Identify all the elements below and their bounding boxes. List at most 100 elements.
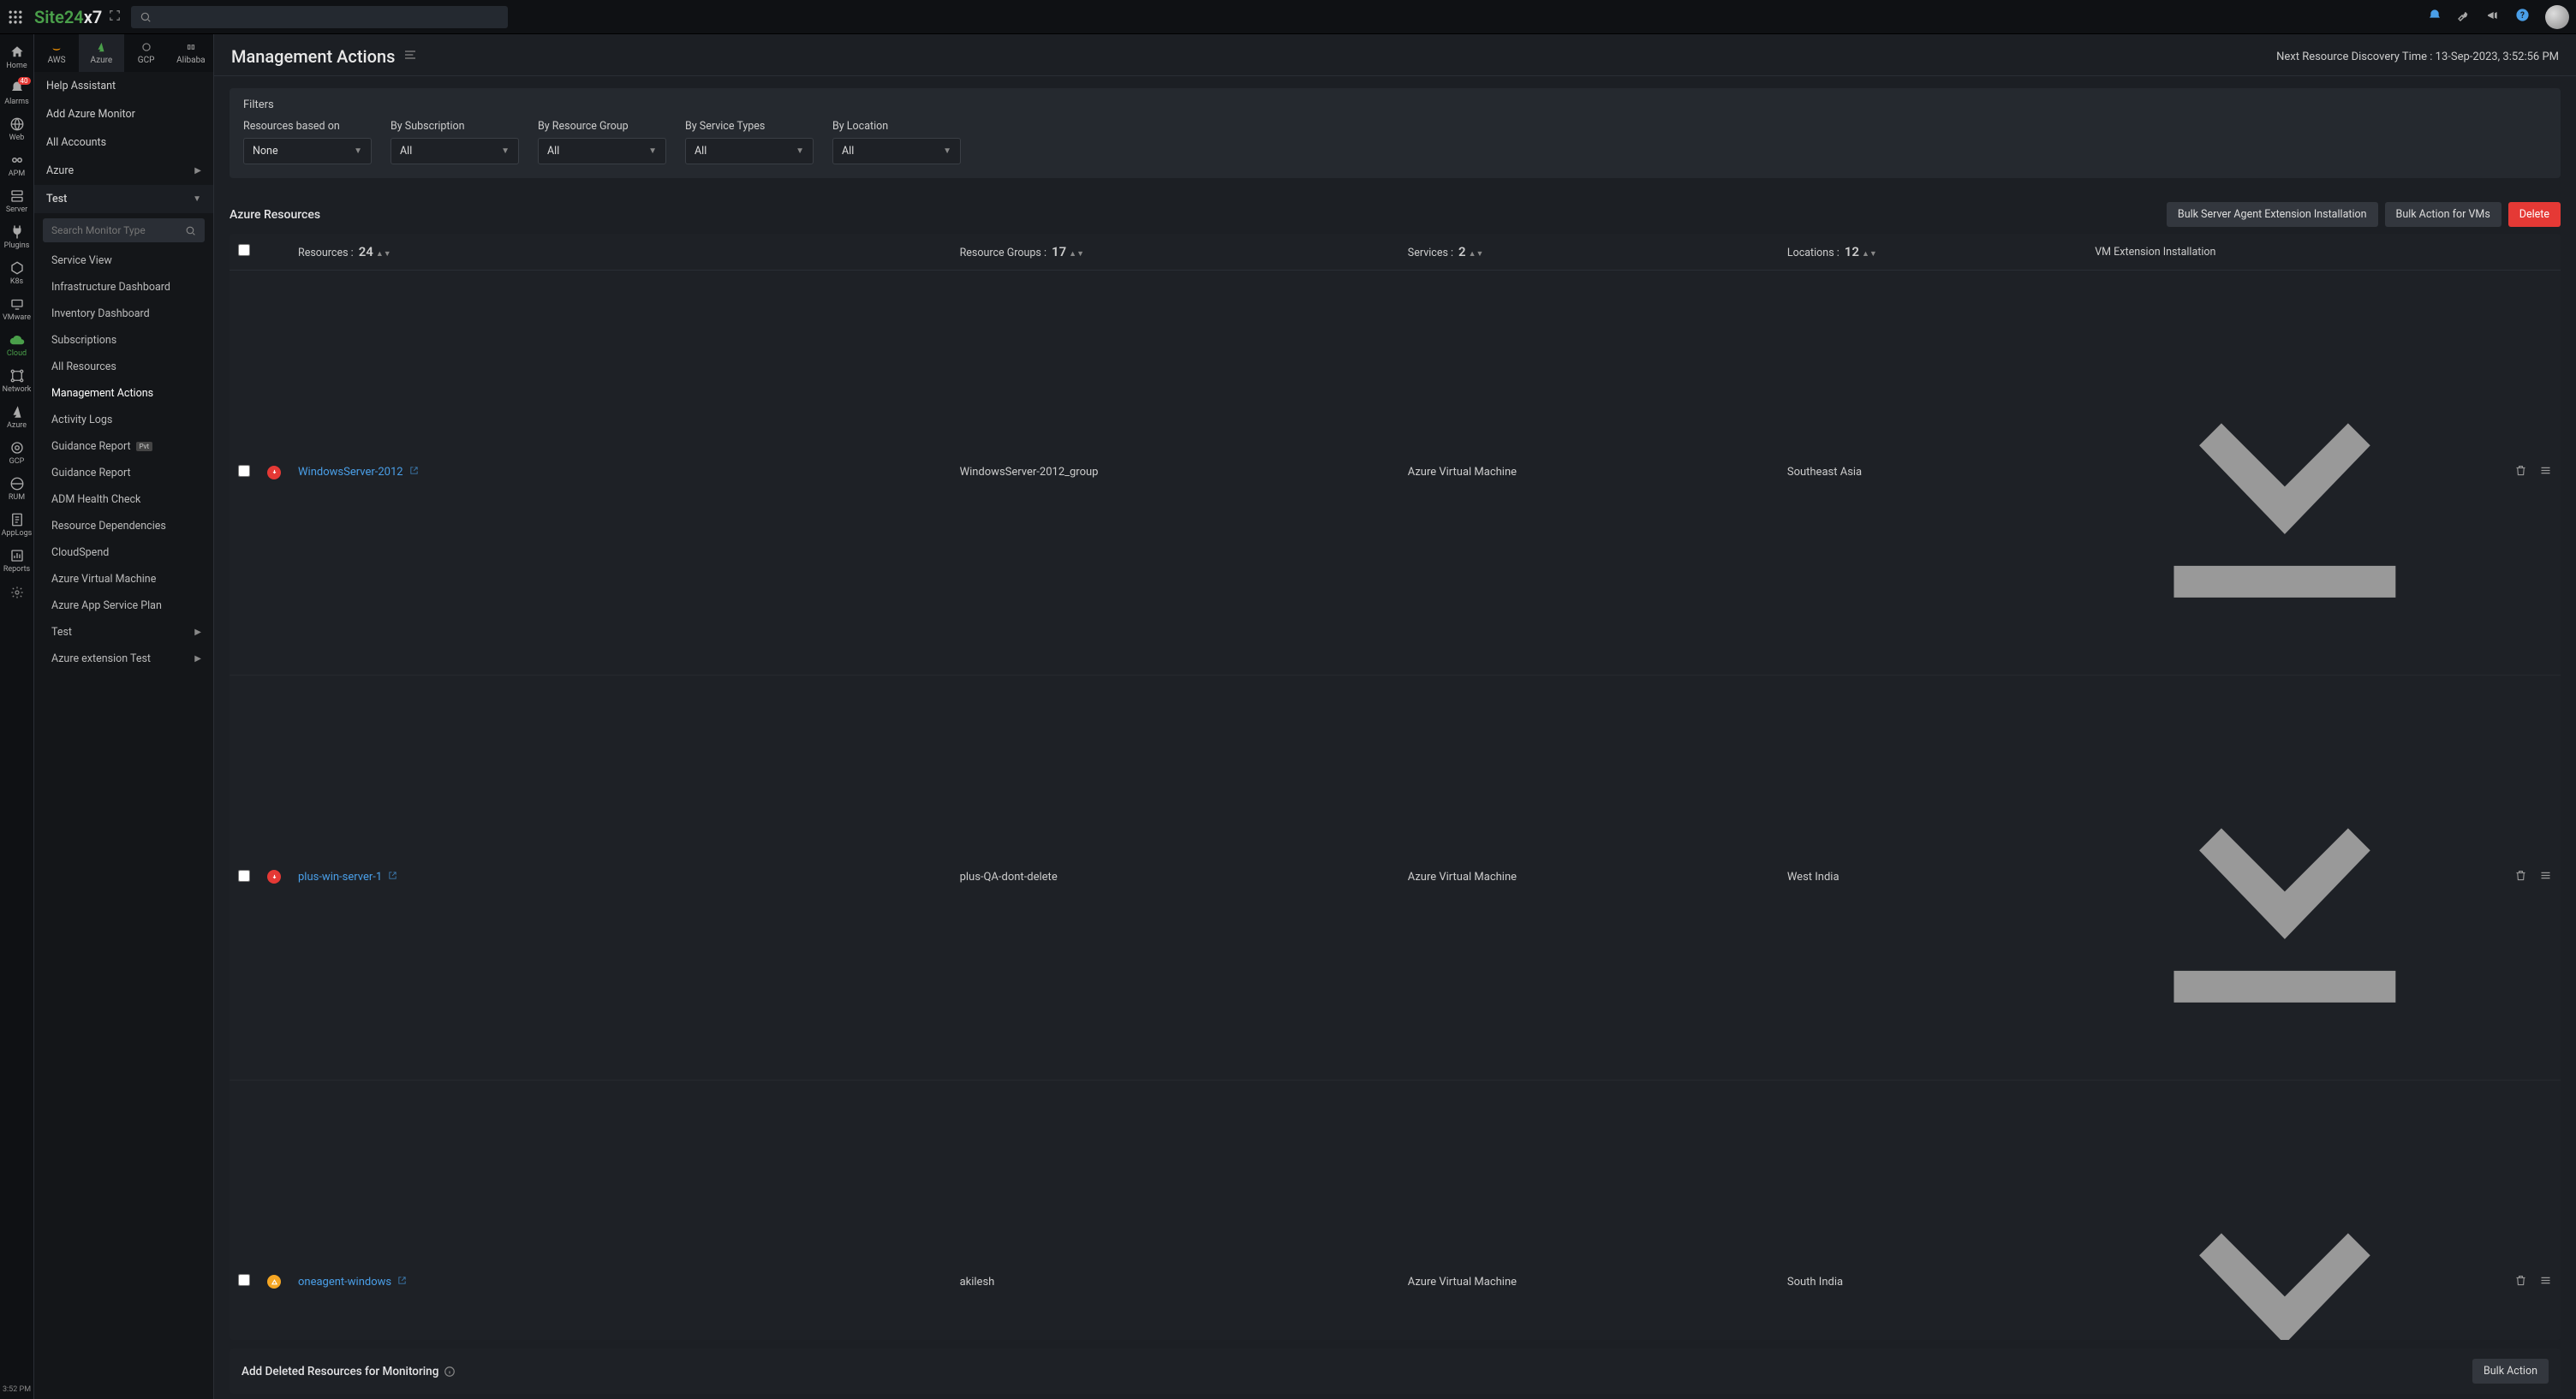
sidebar-sub-item[interactable]: Subscriptions: [34, 327, 213, 354]
filter-label: By Service Types: [685, 120, 814, 133]
status-icon: [267, 870, 281, 884]
notification-icon[interactable]: [2428, 9, 2442, 26]
row-checkbox[interactable]: [238, 465, 250, 477]
row-checkbox[interactable]: [238, 1274, 250, 1286]
sidebar-item[interactable]: Azure▶: [34, 157, 213, 185]
info-icon[interactable]: [444, 1366, 456, 1378]
rail-cloud[interactable]: Cloud: [0, 327, 34, 363]
sidebar-item[interactable]: All Accounts: [34, 128, 213, 157]
monitor-search-input[interactable]: [51, 224, 185, 236]
resources-table-wrap: Resources :24▲▼ Resource Groups :17▲▼ Se…: [230, 234, 2561, 1340]
select-all-checkbox[interactable]: [238, 244, 250, 256]
rail-applogs[interactable]: AppLogs: [0, 507, 34, 543]
resource-group-cell: akilesh: [951, 1080, 1399, 1340]
filter-label: By Subscription: [391, 120, 519, 133]
download-icon[interactable]: [2095, 1057, 2475, 1069]
title-menu-icon[interactable]: [403, 48, 417, 65]
resource-link[interactable]: plus-win-server-1: [298, 871, 397, 884]
rail-rum[interactable]: RUM: [0, 471, 34, 507]
resource-row: oneagent-windows akilesh Azure Virtual M…: [230, 1080, 2561, 1340]
sidebar-sub-item[interactable]: Test▶: [34, 619, 213, 646]
filter-select[interactable]: All▼: [391, 138, 519, 164]
rail-gcp[interactable]: GCP: [0, 435, 34, 471]
resource-row: plus-win-server-1 plus-QA-dont-delete Az…: [230, 675, 2561, 1080]
delete-row-icon[interactable]: [2514, 1274, 2527, 1290]
row-menu-icon[interactable]: [2539, 1274, 2552, 1290]
rail-home[interactable]: Home: [0, 39, 34, 75]
sidebar-sub-item[interactable]: Infrastructure Dashboard: [34, 274, 213, 301]
filter-label: By Resource Group: [538, 120, 666, 133]
filter-label: By Location: [832, 120, 961, 133]
download-icon[interactable]: [2095, 652, 2475, 664]
product-logo[interactable]: Site24x7: [34, 7, 102, 27]
help-icon[interactable]: ?: [2515, 8, 2530, 26]
sidebar-item[interactable]: Add Azure Monitor: [34, 100, 213, 128]
sidebar-sub-item[interactable]: Activity Logs: [34, 407, 213, 433]
sidebar-sub-item[interactable]: CloudSpend: [34, 539, 213, 566]
filter-select[interactable]: All▼: [685, 138, 814, 164]
svg-text:?: ?: [2520, 11, 2525, 21]
row-menu-icon[interactable]: [2539, 869, 2552, 885]
sidebar-sub-item[interactable]: ADM Health Check: [34, 486, 213, 513]
sidebar-item[interactable]: Test▼: [34, 185, 213, 213]
location-cell: South India: [1779, 1080, 2086, 1340]
sidebar-item[interactable]: Help Assistant: [34, 72, 213, 100]
footer-bar: Add Deleted Resources for Monitoring Bul…: [230, 1348, 2561, 1394]
rail-server[interactable]: Server: [0, 183, 34, 219]
wrench-icon[interactable]: [2457, 9, 2471, 26]
rail-network[interactable]: Network: [0, 363, 34, 399]
delete-row-icon[interactable]: [2514, 464, 2527, 480]
status-icon: [267, 1275, 281, 1289]
service-type-cell: Azure Virtual Machine: [1399, 675, 1779, 1080]
delete-row-icon[interactable]: [2514, 869, 2527, 885]
sidebar-sub-item[interactable]: All Resources: [34, 354, 213, 380]
cloud-tab-gcp[interactable]: GCP: [124, 34, 169, 72]
expand-icon[interactable]: [109, 9, 121, 25]
resource-link[interactable]: WindowsServer-2012: [298, 466, 419, 479]
rail-alarms[interactable]: 40Alarms: [0, 75, 34, 111]
resource-group-cell: WindowsServer-2012_group: [951, 271, 1399, 676]
sidebar-sub-item[interactable]: Guidance Report: [34, 460, 213, 486]
filter-select[interactable]: All▼: [832, 138, 961, 164]
filter-select[interactable]: None▼: [243, 138, 372, 164]
sidebar-sub-item[interactable]: Guidance ReportPvt: [34, 433, 213, 460]
delete-button[interactable]: Delete: [2508, 202, 2561, 227]
cloud-tab-aws[interactable]: AWS: [34, 34, 79, 72]
rail-k8s[interactable]: K8s: [0, 255, 34, 291]
rail-plugins[interactable]: Plugins: [0, 219, 34, 255]
rail-reports[interactable]: Reports: [0, 543, 34, 579]
bulk-extension-button[interactable]: Bulk Server Agent Extension Installation: [2167, 202, 2378, 227]
sidebar-sub-item[interactable]: Azure Virtual Machine: [34, 566, 213, 592]
bulk-action-button[interactable]: Bulk Action: [2472, 1359, 2549, 1384]
sidebar-sub-item[interactable]: Service View: [34, 247, 213, 274]
bulk-vm-button[interactable]: Bulk Action for VMs: [2385, 202, 2501, 227]
row-menu-icon[interactable]: [2539, 464, 2552, 480]
megaphone-icon[interactable]: [2486, 9, 2500, 26]
cloud-provider-tabs: AWSAzureGCPAlibaba: [34, 34, 213, 72]
rail-web[interactable]: Web: [0, 111, 34, 147]
sidebar-sub-item[interactable]: Resource Dependencies: [34, 513, 213, 539]
monitor-search[interactable]: [43, 218, 205, 242]
row-checkbox[interactable]: [238, 870, 250, 882]
sidebar-sub-item[interactable]: Inventory Dashboard: [34, 301, 213, 327]
cloud-tab-azure[interactable]: Azure: [79, 34, 123, 72]
sidebar-sub-item[interactable]: Azure App Service Plan: [34, 592, 213, 619]
resource-group-cell: plus-QA-dont-delete: [951, 675, 1399, 1080]
rail-vmware[interactable]: VMware: [0, 291, 34, 327]
resource-link[interactable]: oneagent-windows: [298, 1276, 407, 1289]
rail-apm[interactable]: APM: [0, 147, 34, 183]
sidebar-sub-item[interactable]: Management Actions: [34, 380, 213, 407]
cloud-tab-alibaba[interactable]: Alibaba: [169, 34, 213, 72]
service-type-cell: Azure Virtual Machine: [1399, 271, 1779, 676]
user-avatar[interactable]: [2545, 5, 2569, 29]
filter-select[interactable]: All▼: [538, 138, 666, 164]
rail-clock: 3:52 PM: [3, 1380, 31, 1399]
sidebar: AWSAzureGCPAlibaba Help AssistantAdd Azu…: [34, 34, 214, 1399]
apps-grid-icon[interactable]: [7, 9, 24, 26]
global-search[interactable]: [131, 6, 508, 28]
resources-table: Resources :24▲▼ Resource Groups :17▲▼ Se…: [230, 234, 2561, 1340]
footer-label: Add Deleted Resources for Monitoring: [242, 1365, 438, 1378]
sidebar-sub-item[interactable]: Azure extension Test▶: [34, 646, 213, 672]
rail-azure[interactable]: Azure: [0, 399, 34, 435]
settings-gear-icon[interactable]: [10, 579, 24, 610]
